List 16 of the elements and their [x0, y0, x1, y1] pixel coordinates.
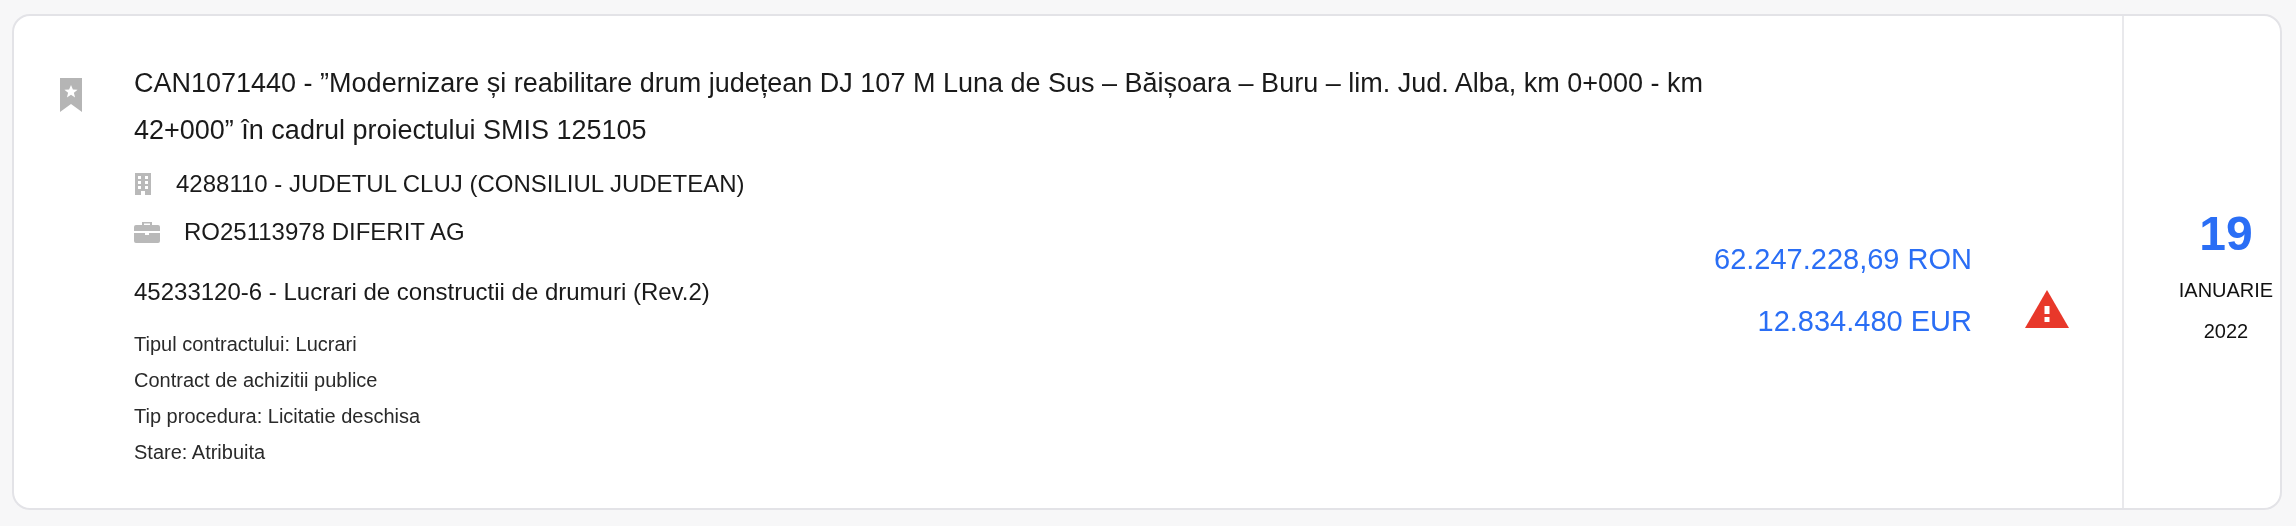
date-year: 2022 — [2203, 320, 2249, 343]
briefcase-icon — [134, 221, 160, 243]
cpv-code-text: 45233120-6 - Lucrari de constructii de drumuri (Rev.2) — [134, 278, 711, 306]
detail-text: Tipul contractului: Lucrari — [134, 332, 358, 357]
notice-title[interactable]: CAN1071440 - ”Modernizare și reabilitare drum județean DJ 107 M Luna de Sus – Băișoara – Buru – lim. Jud. Alba, km 0+000 - km 42+000” în cadrul proiectului SMIS 125105 — [134, 60, 1714, 154]
date-month: IANUARIE — [2178, 279, 2274, 302]
detail-text: Contract de achizitii publice — [134, 368, 379, 393]
detail-text: Stare: Atribuita — [134, 440, 267, 465]
amount-text: 62.247.228,69 RON — [1714, 242, 1972, 277]
amount-text: 12.834.480 EUR — [1756, 304, 1972, 339]
supplier-text[interactable]: RO25113978 DIFERIT AG — [184, 218, 465, 246]
date-day: 19 — [2199, 206, 2253, 261]
authority-text[interactable]: 4288110 - JUDETUL CLUJ (CONSILIUL JUDETEAN) — [176, 170, 745, 198]
building-icon — [134, 173, 152, 195]
detail-text: Tip procedura: Licitatie deschisa — [134, 404, 422, 429]
bookmark-star-icon[interactable] — [60, 78, 82, 112]
